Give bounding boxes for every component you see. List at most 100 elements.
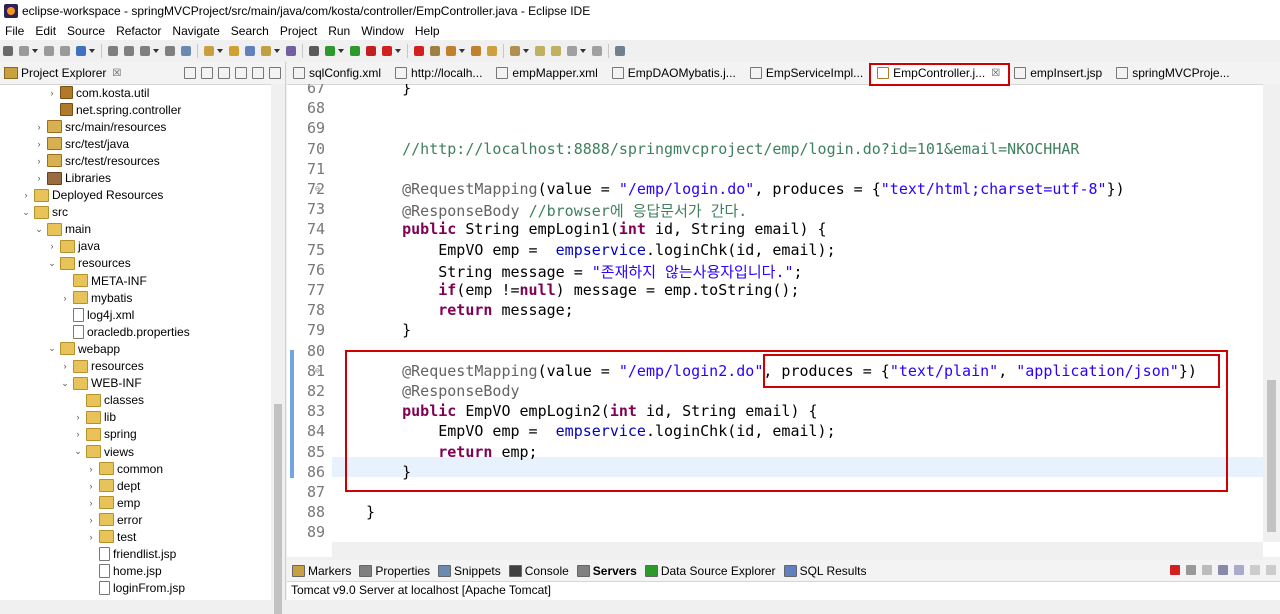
bottom-tab-console[interactable]: Console <box>504 564 572 578</box>
tree-item[interactable]: ⌄ webapp <box>0 340 270 357</box>
close-icon[interactable]: ☒ <box>991 68 1000 79</box>
tree-item[interactable]: oracledb.properties <box>0 323 270 340</box>
open-task-icon[interactable] <box>204 46 214 56</box>
debug-icon[interactable] <box>309 46 319 56</box>
scrollbar-thumb[interactable] <box>1267 380 1276 532</box>
maximize-icon[interactable] <box>269 67 281 79</box>
tree-item[interactable]: › com.kosta.util <box>0 84 270 101</box>
search-icon[interactable] <box>229 46 239 56</box>
expand-toggle-icon[interactable]: › <box>34 139 44 149</box>
external-tools-icon[interactable] <box>124 46 134 56</box>
nav-back-icon[interactable] <box>567 46 577 56</box>
project-explorer-tab[interactable]: Project Explorer ☒ <box>0 62 285 85</box>
tree-item[interactable]: › src/test/java <box>0 135 270 152</box>
prev-annotation-icon[interactable] <box>446 46 456 56</box>
link-icon[interactable] <box>551 46 561 56</box>
explorer-scrollbar[interactable] <box>271 84 285 614</box>
open-perspective-icon[interactable] <box>615 46 625 56</box>
collapse-all-icon[interactable] <box>184 67 196 79</box>
run-icon[interactable] <box>325 46 335 56</box>
editor-tab[interactable]: http://localh... <box>389 62 490 84</box>
display-console-icon[interactable] <box>1234 565 1244 575</box>
menu-window[interactable]: Window <box>356 24 410 38</box>
bottom-tab-snippets[interactable]: Snippets <box>433 564 504 578</box>
dropdown-arrow-icon[interactable] <box>153 49 159 53</box>
tree-item[interactable]: › java <box>0 238 270 255</box>
menu-run[interactable]: Run <box>323 24 356 38</box>
stop-icon[interactable] <box>366 46 376 56</box>
bottom-tab-sql-results[interactable]: SQL Results <box>779 564 870 578</box>
expand-toggle-icon[interactable]: › <box>34 156 44 166</box>
expand-toggle-icon[interactable]: › <box>73 429 83 439</box>
bottom-tab-data-source-explorer[interactable]: Data Source Explorer <box>640 564 779 578</box>
tree-item[interactable]: › dept <box>0 477 270 494</box>
expand-toggle-icon[interactable]: ⌄ <box>21 207 31 218</box>
expand-toggle-icon[interactable]: › <box>47 241 57 251</box>
pin-icon[interactable] <box>1218 565 1228 575</box>
dropdown-arrow-icon[interactable] <box>580 49 586 53</box>
expand-toggle-icon[interactable]: › <box>86 498 96 508</box>
bottom-tab-markers[interactable]: Markers <box>287 564 354 578</box>
bottom-tab-properties[interactable]: Properties <box>354 564 433 578</box>
menu-source[interactable]: Source <box>62 24 111 38</box>
print-icon[interactable] <box>60 46 70 56</box>
save-all-icon[interactable] <box>44 46 54 56</box>
tree-item[interactable]: classes <box>0 392 270 409</box>
expand-toggle-icon[interactable]: › <box>34 173 44 183</box>
fold-icon[interactable]: ⊖ <box>315 366 320 375</box>
tree-item[interactable]: net.spring.controller <box>0 101 270 118</box>
tree-item[interactable]: › src/test/resources <box>0 152 270 169</box>
new-icon[interactable] <box>3 46 13 56</box>
back-icon[interactable] <box>487 46 497 56</box>
dropdown-arrow-icon[interactable] <box>338 49 344 53</box>
editor-horizontal-scrollbar[interactable] <box>332 542 1263 557</box>
tree-item[interactable]: ⌄ views <box>0 443 270 460</box>
breakpoint-icon[interactable] <box>414 46 424 56</box>
tree-item[interactable]: META-INF <box>0 272 270 289</box>
link-editor-icon[interactable] <box>201 67 213 79</box>
dropdown-arrow-icon[interactable] <box>274 49 280 53</box>
minimize-icon[interactable] <box>252 67 264 79</box>
tree-item[interactable]: friendlist.jsp <box>0 546 270 563</box>
tree-item[interactable]: › mybatis <box>0 289 270 306</box>
editor-tab[interactable]: sqlConfig.xml <box>287 62 389 84</box>
code-area[interactable]: 67 } 68 69 70 //http://localhost:8888/sprin… <box>287 84 1280 542</box>
profile-icon[interactable] <box>245 46 255 56</box>
editor-tab[interactable]: EmpDAOMybatis.j... <box>606 62 744 84</box>
expand-toggle-icon[interactable]: ⌄ <box>34 224 44 235</box>
minimize-icon[interactable] <box>1266 565 1276 575</box>
build-all-icon[interactable] <box>165 46 175 56</box>
server-status[interactable]: Tomcat v9.0 Server at localhost [Apache … <box>287 582 1280 598</box>
pin-icon[interactable] <box>535 46 545 56</box>
tree-item[interactable]: › resources <box>0 358 270 375</box>
menu-search[interactable]: Search <box>226 24 275 38</box>
tree-item[interactable]: ⌄ src <box>0 204 270 221</box>
menu-edit[interactable]: Edit <box>30 24 62 38</box>
tree-item[interactable]: ⌄ main <box>0 221 270 238</box>
editor-tab[interactable]: EmpServiceImpl... <box>744 62 871 84</box>
build-icon[interactable] <box>140 46 150 56</box>
expand-toggle-icon[interactable]: ⌄ <box>60 378 70 389</box>
tree-item[interactable]: › spring <box>0 426 270 443</box>
expand-toggle-icon[interactable]: › <box>86 532 96 542</box>
expand-toggle-icon[interactable]: › <box>34 122 44 132</box>
tree-item[interactable]: › Libraries <box>0 169 270 186</box>
expand-toggle-icon[interactable]: › <box>60 293 70 303</box>
dropdown-arrow-icon[interactable] <box>32 49 38 53</box>
editor-scrollbar[interactable] <box>1263 84 1280 542</box>
expand-toggle-icon[interactable]: › <box>47 88 57 98</box>
tree-item[interactable]: › error <box>0 511 270 528</box>
dropdown-arrow-icon[interactable] <box>89 49 95 53</box>
terminate-icon[interactable] <box>382 46 392 56</box>
tree-item[interactable]: › emp <box>0 494 270 511</box>
remove-all-icon[interactable] <box>1202 565 1212 575</box>
dropdown-arrow-icon[interactable] <box>459 49 465 53</box>
menu-refactor[interactable]: Refactor <box>111 24 167 38</box>
run-config-icon[interactable] <box>350 46 360 56</box>
dropdown-arrow-icon[interactable] <box>217 49 223 53</box>
dropdown-arrow-icon[interactable] <box>395 49 401 53</box>
menu-file[interactable]: File <box>0 24 30 38</box>
editor-tab[interactable]: EmpController.j... ☒ <box>869 62 1011 86</box>
tree-item[interactable]: home.jsp <box>0 563 270 580</box>
remove-icon[interactable] <box>1186 565 1196 575</box>
